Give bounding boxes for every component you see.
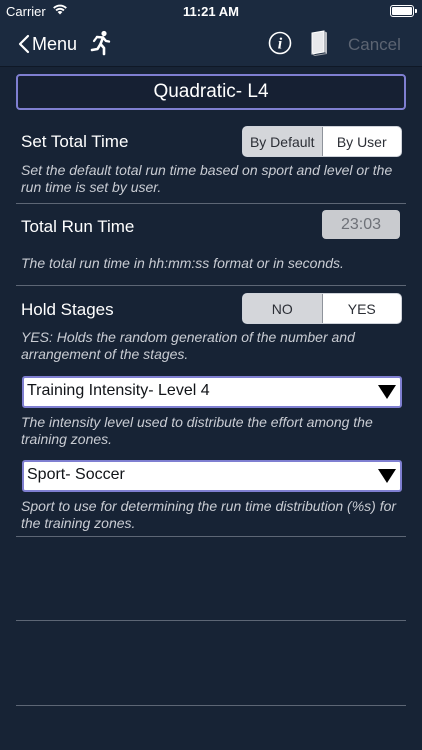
hold-stages-section: Hold Stages NO YES YES: Holds the random… [16, 286, 406, 537]
total-time-segmented-control[interactable]: By Default By User [242, 126, 402, 157]
clock: 11:21 AM [183, 4, 239, 19]
info-icon[interactable]: i [268, 31, 292, 60]
hold-stages-label: Hold Stages [21, 300, 114, 319]
set-total-time-label: Set Total Time [21, 132, 129, 151]
training-intensity-dropdown[interactable]: Training Intensity- Level 4 [22, 376, 402, 408]
menu-back-label: Menu [32, 33, 78, 54]
segment-by-user[interactable]: By User [321, 127, 402, 156]
dropdown-arrow-icon [378, 385, 396, 399]
empty-section-divider [16, 705, 406, 706]
workout-title[interactable]: Quadratic- L4 [16, 74, 406, 110]
total-run-time-field[interactable]: 23:03 [322, 210, 400, 239]
total-run-time-help: The total run time in hh:mm:ss format or… [21, 255, 344, 271]
training-intensity-value: Training Intensity- Level 4 [27, 382, 210, 399]
set-total-time-section: Set Total Time By Default By User Set th… [16, 122, 406, 204]
empty-section-divider [16, 620, 406, 621]
total-run-time-label: Total Run Time [21, 217, 135, 236]
hold-stages-help: YES: Holds the random generation of the … [21, 329, 355, 362]
sport-dropdown[interactable]: Sport- Soccer [22, 460, 402, 492]
svg-text:i: i [278, 36, 283, 53]
cancel-button[interactable]: Cancel [348, 35, 401, 55]
sport-help: Sport to use for determining the run tim… [21, 498, 397, 531]
segment-yes[interactable]: YES [321, 294, 402, 323]
menu-back-button[interactable]: Menu [18, 32, 77, 56]
total-run-time-section: Total Run Time 23:03 The total run time … [16, 204, 406, 286]
training-intensity-help: The intensity level used to distribute t… [21, 414, 373, 447]
dropdown-arrow-icon [378, 469, 396, 483]
navigation-bar: Menu i Cancel [0, 22, 422, 67]
section-divider [16, 536, 406, 537]
segment-no[interactable]: NO [243, 294, 322, 323]
battery-icon [390, 5, 417, 17]
sport-value: Sport- Soccer [27, 466, 125, 483]
set-total-time-help: Set the default total run time based on … [21, 162, 393, 195]
hold-stages-segmented-control[interactable]: NO YES [242, 293, 402, 324]
book-icon[interactable] [309, 30, 329, 61]
chevron-left-icon [18, 34, 30, 54]
runner-icon [89, 30, 111, 61]
status-bar: Carrier 11:21 AM [0, 0, 422, 22]
segment-by-default[interactable]: By Default [243, 127, 322, 156]
